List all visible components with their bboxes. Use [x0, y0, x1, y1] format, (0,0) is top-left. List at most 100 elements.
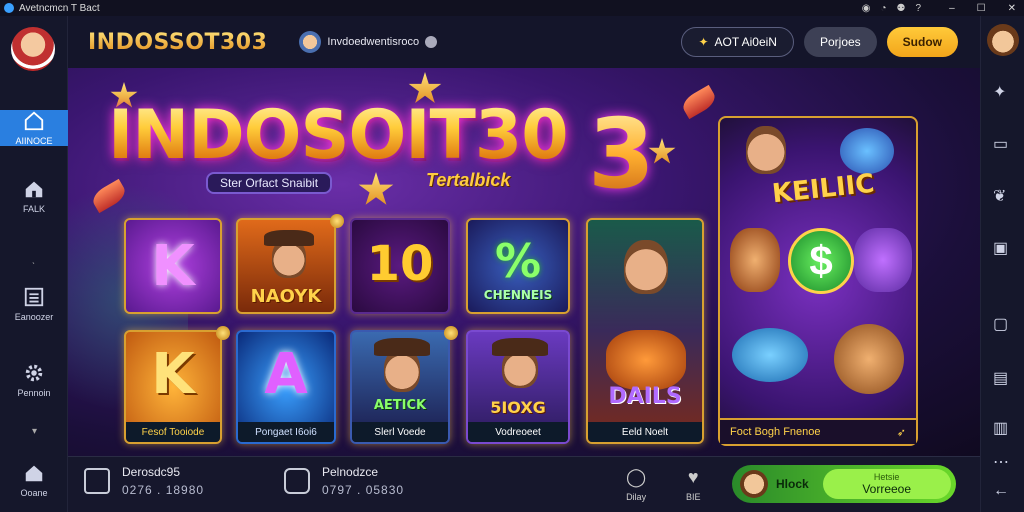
user-avatar[interactable] — [987, 24, 1019, 56]
chevron-down-icon[interactable]: ▾ — [32, 426, 37, 437]
promotions-button[interactable]: Porjoes — [803, 27, 877, 57]
arrow-icon[interactable]: ➶ — [897, 426, 906, 439]
top-header: INDOSSOT303 Invdoedwentisroco ✦ AOT Ai0e… — [68, 16, 980, 68]
feature-title: KEILIIC — [770, 168, 876, 210]
signup-button[interactable]: Sudow — [886, 27, 958, 57]
character-graphic — [854, 228, 912, 292]
window-icon[interactable]: ▢ — [993, 314, 1013, 334]
feature-caption: Foct Bogh Fnenoe — [730, 426, 821, 438]
tile-caption: Slerl Voede — [352, 422, 448, 442]
feature-caption-bar: Foct Bogh Fnenoe ➶ — [720, 418, 916, 444]
sidebar-item-home[interactable]: AIINOCE — [0, 110, 68, 146]
help-icon[interactable]: ⚉ — [897, 3, 906, 14]
bird-icon[interactable]: ❦ — [993, 186, 1013, 206]
sidebar-item-eanoozer[interactable]: Eanoozer — [0, 286, 68, 322]
coin-decoration — [216, 326, 230, 340]
sidebar-item-falk[interactable]: FALK — [0, 178, 68, 214]
card-icon[interactable]: ▭ — [993, 134, 1013, 154]
brand-logo[interactable]: INDOSSOT303 — [88, 30, 267, 55]
activity-button[interactable]: ✦ AOT Ai0eiN — [681, 27, 794, 57]
character-face — [624, 240, 668, 294]
cat-graphic — [834, 324, 904, 394]
play-button[interactable]: Hlock Hetsie Vorreeoe — [732, 465, 956, 503]
sidebar-item-ooane[interactable]: Ooane — [0, 462, 68, 498]
game-tile[interactable]: K — [124, 218, 222, 314]
star-icon: ✦ — [698, 35, 709, 49]
sidebar-item-label: Pennoin — [17, 388, 51, 398]
tile-caption: Eeld Noelt — [588, 422, 702, 442]
chat-icon — [284, 468, 310, 494]
hat-decoration — [264, 230, 314, 246]
coin-decoration — [330, 214, 344, 228]
sidebar-item-pennoin[interactable]: Pennoin — [0, 362, 68, 398]
game-tile[interactable]: 10 — [350, 218, 450, 314]
image-icon[interactable]: ▣ — [993, 238, 1013, 258]
tile-title: 5IOXG — [490, 398, 546, 417]
play-label: Hlock — [776, 477, 809, 491]
play-top-label: Hetsie — [873, 472, 900, 482]
tile-title: K — [151, 342, 195, 407]
tile-title: NAOYK — [250, 286, 322, 307]
play-bottom-label: Vorreeoe — [862, 482, 912, 496]
user-avatar — [299, 31, 322, 53]
stat-value: 0276 . 18980 — [122, 483, 205, 497]
leaf-decoration — [679, 84, 719, 120]
tile-title: AETICK — [373, 398, 427, 413]
house-icon — [25, 181, 43, 198]
tile-title: DAILS — [608, 384, 682, 409]
game-tile[interactable]: 5IOXG Vodreoeet — [466, 330, 570, 444]
expand-icon[interactable]: ˎ — [32, 254, 35, 265]
bell-icon[interactable]: ◔ — [881, 3, 887, 14]
title-bar: Avetncmcn T Bact ◉ ◔ ⚉ ? – ☐ ✕ — [0, 0, 1024, 16]
character-graphic — [730, 228, 780, 292]
game-tile[interactable]: AETICK Slerl Voede — [350, 330, 450, 444]
feature-panel[interactable]: KEILIIC $ Foct Bogh Fnenoe ➶ — [718, 116, 918, 446]
bottom-bar: Derosdc95 0276 . 18980 Pelnodzce 0797 . … — [68, 456, 980, 512]
home-icon — [25, 465, 43, 482]
stat-deposit[interactable]: Derosdc95 0276 . 18980 — [84, 465, 204, 497]
hero-banner: INDOSOIT30 3 Ster Orfact Snaibit Tertalb… — [68, 68, 980, 456]
minimize-icon[interactable]: – — [949, 3, 955, 14]
close-icon[interactable]: ✕ — [1008, 3, 1016, 14]
game-tile[interactable]: A Pongaet I6oi6 — [236, 330, 336, 444]
tile-symbol: % — [494, 234, 542, 288]
sidebar-item-label: AIINOCE — [15, 136, 53, 146]
game-tile[interactable]: NAOYK — [236, 218, 336, 314]
back-icon[interactable]: ← — [993, 482, 1013, 502]
tile-title: K — [151, 234, 195, 299]
home-icon — [24, 111, 44, 131]
user-chip[interactable]: Invdoedwentisroco — [299, 31, 438, 53]
play-inner-button[interactable]: Hetsie Vorreeoe — [822, 469, 951, 499]
stat-withdraw[interactable]: Pelnodzce 0797 . 05830 — [284, 465, 404, 497]
game-tile[interactable]: DAILS Eeld Noelt — [586, 218, 704, 444]
game-tile[interactable]: % CHENNEIS — [466, 218, 570, 314]
game-tile[interactable]: K Fesof Tooiode — [124, 330, 222, 444]
hero-title: INDOSOIT30 — [108, 96, 569, 175]
maximize-icon[interactable]: ☐ — [977, 3, 986, 14]
circle-icon: ◯ — [626, 467, 647, 487]
sidebar-item-label: Eanoozer — [14, 312, 54, 322]
display-button[interactable]: ◯ Dilay — [626, 467, 646, 502]
dolphin-graphic — [732, 328, 808, 382]
download-icon[interactable]: ▥ — [993, 418, 1013, 438]
display-label: Dilay — [626, 492, 647, 502]
record-icon[interactable]: ◉ — [862, 3, 871, 14]
tile-caption: Pongaet I6oi6 — [238, 422, 334, 442]
creature-graphic — [840, 128, 894, 174]
username: Invdoedwentisroco — [327, 36, 420, 48]
tile-title: CHENNEIS — [483, 288, 553, 302]
favorite-button[interactable]: ♥ BIE — [686, 467, 701, 502]
profile-avatar[interactable] — [11, 27, 55, 71]
more-icon[interactable]: ⋯ — [993, 452, 1013, 472]
sidebar-item-label: FALK — [22, 204, 45, 214]
doc-icon[interactable]: ▤ — [993, 368, 1013, 388]
activity-button-label: AOT Ai0eiN — [714, 35, 777, 49]
hat-decoration — [374, 338, 430, 356]
edit-icon — [84, 468, 110, 494]
tile-caption: Vodreoeet — [468, 422, 568, 442]
stat-label: Pelnodzce — [322, 465, 379, 479]
stat-label: Derosdc95 — [122, 465, 181, 479]
rocket-icon[interactable]: ✦ — [993, 82, 1013, 102]
question-icon[interactable]: ? — [916, 3, 922, 14]
player-avatar — [740, 470, 768, 498]
